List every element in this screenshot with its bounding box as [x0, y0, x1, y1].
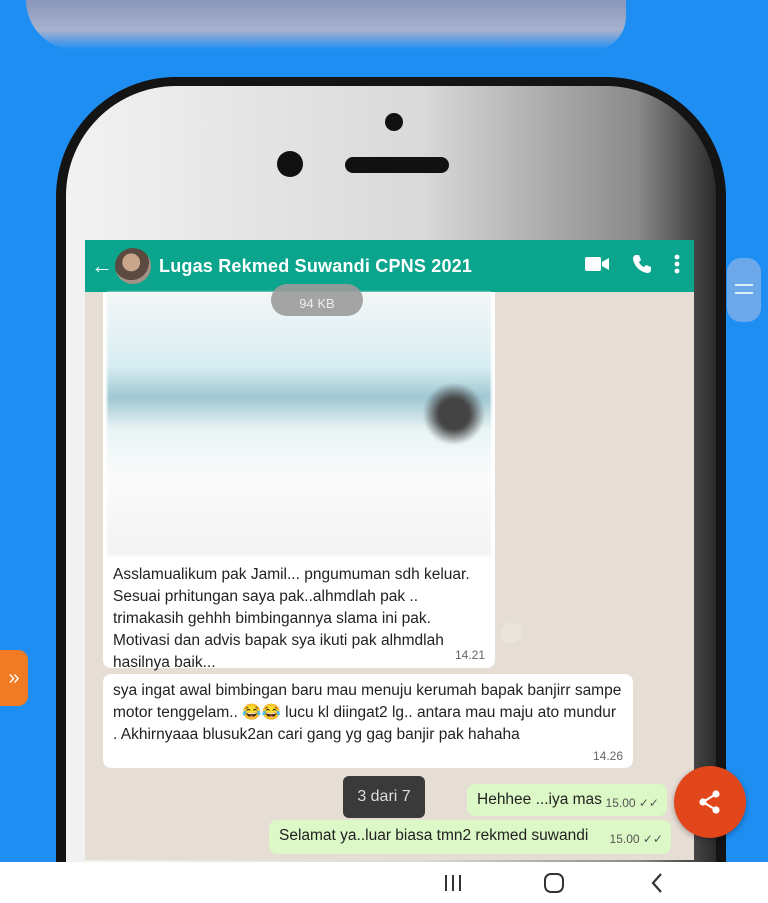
message-text: Hehhee ...iya mas: [477, 791, 602, 808]
front-camera: [277, 151, 303, 177]
share-icon[interactable]: [674, 766, 746, 838]
page-indicator: 3 dari 7: [343, 776, 425, 818]
phone-icon[interactable]: [632, 254, 652, 274]
system-nav-bar: [0, 862, 768, 903]
blurred-image[interactable]: [107, 292, 491, 556]
home-icon[interactable]: [529, 862, 579, 903]
image-size-label: 94 KB: [299, 296, 335, 311]
chat-header: ← Lugas Rekmed Suwandi CPNS 2021: [85, 240, 694, 292]
message-time: 14.26: [592, 749, 623, 763]
avatar[interactable]: [115, 248, 151, 284]
outgoing-message[interactable]: Hehhee ...iya mas 15.00 ✓✓: [467, 784, 667, 816]
menu-handle-icon[interactable]: [727, 258, 761, 322]
incoming-image-message[interactable]: 94 KB Asslamualikum pak Jamil... pngumum…: [103, 284, 495, 671]
incoming-text-message[interactable]: sya ingat awal bimbingan baru mau menuju…: [103, 674, 633, 768]
chat-screen: ← Lugas Rekmed Suwandi CPNS 2021 94 KB A…: [85, 240, 694, 860]
back-icon[interactable]: [632, 862, 682, 903]
back-arrow-icon[interactable]: ←: [89, 253, 115, 279]
proximity-sensor: [385, 113, 403, 131]
download-size-pill[interactable]: 94 KB: [271, 284, 363, 316]
video-call-icon[interactable]: [584, 255, 610, 273]
outgoing-message[interactable]: Selamat ya..luar biasa tmn2 rekmed suwan…: [269, 820, 671, 854]
message-time: 15.00 ✓✓: [605, 796, 659, 810]
earpiece-speaker: [345, 157, 449, 173]
message-time: 14.21: [454, 648, 485, 662]
message-text: Selamat ya..luar biasa tmn2 rekmed suwan…: [279, 827, 589, 844]
more-vert-icon[interactable]: [674, 254, 680, 274]
contact-name[interactable]: Lugas Rekmed Suwandi CPNS 2021: [159, 256, 472, 277]
recents-icon[interactable]: [428, 862, 478, 903]
chevron-right-double-icon[interactable]: »: [0, 650, 28, 706]
message-time: 15.00 ✓✓: [609, 832, 663, 846]
brush-stroke-decoration: [26, 0, 626, 50]
message-text: sya ingat awal bimbingan baru mau menuju…: [113, 682, 622, 743]
message-text: Asslamualikum pak Jamil... pngumuman sdh…: [113, 566, 470, 671]
